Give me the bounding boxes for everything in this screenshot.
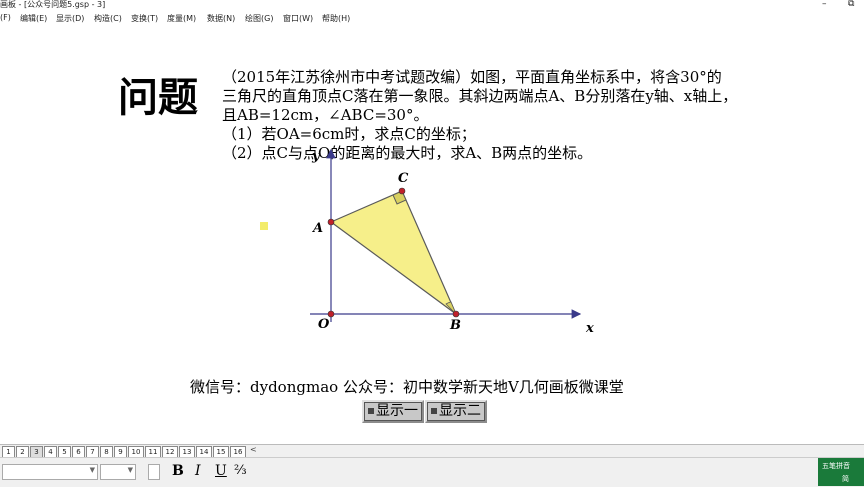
show-one-label: 显示一: [376, 403, 418, 419]
sketch-canvas[interactable]: 问题 （2015年江苏徐州市中考试题改编）如图，平面直角坐标系中，将含30°的 …: [0, 26, 864, 444]
ime-mode: 简: [842, 475, 849, 483]
label-x: x: [585, 321, 594, 336]
minimize-button[interactable]: –: [822, 0, 827, 9]
ime-indicator[interactable]: 五笔拼音 简: [818, 458, 864, 486]
point-B[interactable]: [452, 310, 460, 318]
color-select[interactable]: [148, 464, 160, 480]
restore-button[interactable]: ⧉: [848, 0, 854, 9]
title-bar: 画板 - [公众号问题5.gsp - 3] – ⧉: [0, 0, 864, 12]
tab-scroll-left-icon[interactable]: <: [250, 445, 257, 454]
menu-data[interactable]: 数据(N): [207, 13, 235, 24]
point-A[interactable]: [327, 218, 335, 226]
page-tab-bar: 1 2 3 4 5 6 7 8 9 10 11 12 13 14 15 16 <: [0, 444, 864, 458]
show-one-button[interactable]: 显示一: [362, 400, 424, 423]
show-two-button[interactable]: 显示二: [425, 400, 487, 423]
footer-credits: 微信号：dydongmao 公众号：初中数学新天地V几何画板微课堂: [190, 378, 624, 396]
label-B: B: [449, 318, 461, 333]
label-C: C: [398, 171, 409, 186]
underline-button[interactable]: U: [215, 463, 227, 479]
chevron-down-icon: ▼: [127, 466, 133, 474]
label-y: y: [311, 149, 321, 164]
bold-button[interactable]: B: [172, 463, 184, 479]
menu-transform[interactable]: 变换(T): [131, 13, 158, 24]
point-C[interactable]: [398, 187, 406, 195]
menu-file[interactable]: (F): [0, 13, 11, 22]
menu-construct[interactable]: 构造(C): [94, 13, 122, 24]
menu-help[interactable]: 帮助(H): [322, 13, 350, 24]
font-family-select[interactable]: ▼: [2, 464, 98, 480]
menu-bar: (F) 编辑(E) 显示(D) 构造(C) 变换(T) 度量(M) 数据(N) …: [0, 12, 864, 27]
text-format-toolbar: ▼ ▼ B I U ⅔: [0, 457, 864, 487]
ime-name: 五笔拼音: [822, 462, 850, 470]
chevron-down-icon: ▼: [89, 466, 95, 474]
triangle-ACB[interactable]: [329, 190, 458, 316]
menu-edit[interactable]: 编辑(E): [20, 13, 47, 24]
label-A: A: [311, 221, 323, 236]
math-format-button[interactable]: ⅔: [234, 463, 247, 478]
button-marker-icon: [431, 408, 437, 414]
menu-measure[interactable]: 度量(M): [167, 13, 196, 24]
button-marker-icon: [368, 408, 374, 414]
menu-window[interactable]: 窗口(W): [283, 13, 313, 24]
label-O: O: [318, 317, 330, 332]
menu-display[interactable]: 显示(D): [56, 13, 84, 24]
italic-button[interactable]: I: [195, 463, 201, 479]
window-title: 画板 - [公众号问题5.gsp - 3]: [0, 0, 106, 9]
font-size-select[interactable]: ▼: [100, 464, 136, 480]
menu-graph[interactable]: 绘图(G): [245, 13, 273, 24]
show-two-label: 显示二: [439, 403, 481, 419]
